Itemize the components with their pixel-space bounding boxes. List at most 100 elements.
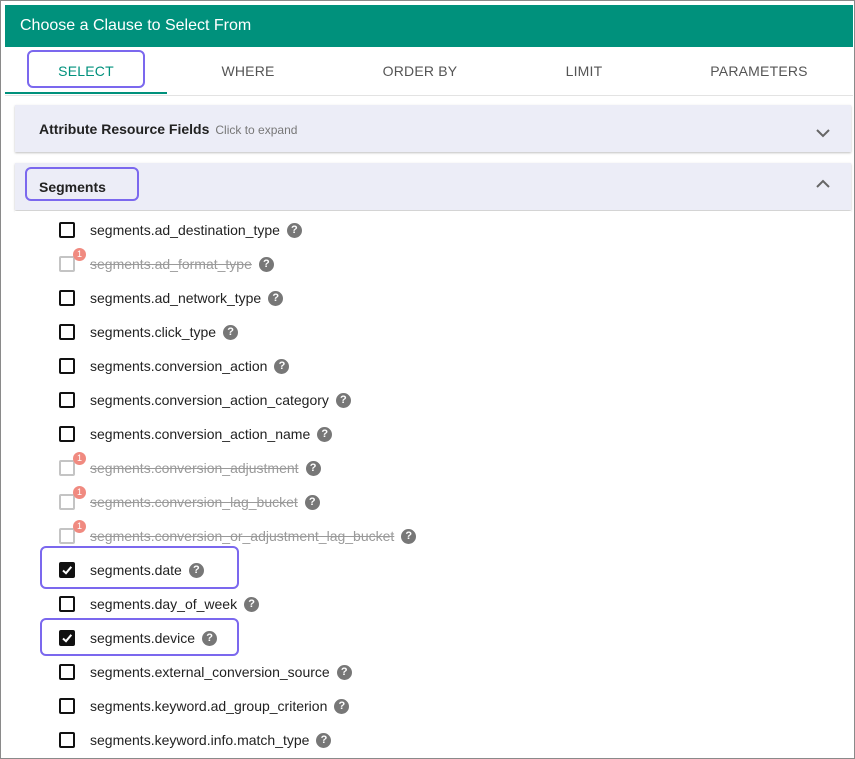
field-name: segments.date	[90, 562, 182, 578]
chevron-up-icon[interactable]	[814, 175, 832, 193]
field-row[interactable]: 1 segments.conversion_or_adjustment_lag_b…	[15, 519, 851, 553]
warning-badge: 1	[73, 520, 86, 533]
field-row[interactable]: 1 segments.conversion_adjustment?	[15, 451, 851, 485]
checkbox[interactable]	[59, 596, 75, 612]
field-row[interactable]: segments.click_type?	[15, 315, 851, 349]
field-label: segments.conversion_lag_bucket?	[90, 494, 320, 510]
help-icon[interactable]: ?	[274, 359, 290, 374]
tab-select[interactable]: SELECT	[5, 47, 167, 95]
help-icon[interactable]: ?	[401, 529, 417, 544]
segments-panel-title: Segments	[39, 179, 106, 195]
warning-badge: 1	[73, 452, 86, 465]
field-row[interactable]: segments.conversion_action_name?	[15, 417, 851, 451]
field-name: segments.conversion_adjustment	[90, 460, 299, 476]
field-label: segments.ad_destination_type?	[90, 222, 302, 238]
field-label: segments.keyword.info.match_type?	[90, 732, 332, 748]
field-label: segments.day_of_week?	[90, 596, 260, 612]
field-label: segments.conversion_adjustment?	[90, 460, 321, 476]
warning-badge: 1	[73, 486, 86, 499]
checkbox	[59, 528, 75, 544]
help-icon[interactable]: ?	[188, 563, 204, 578]
attribute-panel-title: Attribute Resource Fields	[39, 121, 210, 137]
active-tab-indicator	[5, 92, 167, 94]
segments-field-list: segments.ad_destination_type? 1 segments.a…	[15, 211, 851, 758]
field-row[interactable]: 1 segments.ad_format_type?	[15, 247, 851, 281]
field-row[interactable]: segments.external_conversion_source?	[15, 655, 851, 689]
field-row[interactable]: segments.keyword.ad_group_criterion?	[15, 689, 851, 723]
chevron-down-icon[interactable]	[814, 124, 832, 142]
dialog-title: Choose a Clause to Select From	[5, 5, 853, 47]
checkbox[interactable]	[59, 426, 75, 442]
checkbox[interactable]	[59, 664, 75, 680]
field-name: segments.ad_format_type	[90, 256, 252, 272]
help-icon[interactable]: ?	[305, 461, 321, 476]
field-row[interactable]: 1 segments.conversion_lag_bucket?	[15, 485, 851, 519]
field-row[interactable]: segments.keyword.info.match_type?	[15, 723, 851, 757]
field-label: segments.ad_network_type?	[90, 290, 284, 306]
help-icon[interactable]: ?	[268, 291, 284, 306]
field-row[interactable]: segments.conversion_action?	[15, 349, 851, 383]
help-icon[interactable]: ?	[223, 325, 239, 340]
help-icon[interactable]: ?	[286, 223, 302, 238]
checkbox[interactable]	[59, 324, 75, 340]
warning-badge: 1	[73, 248, 86, 261]
tab-limit[interactable]: LIMIT	[515, 47, 653, 95]
tab-parameters[interactable]: PARAMETERS	[667, 47, 851, 95]
field-name: segments.keyword.ad_group_criterion	[90, 698, 328, 714]
field-row[interactable]: segments.ad_destination_type?	[15, 213, 851, 247]
field-name: segments.conversion_action_category	[90, 392, 329, 408]
checkbox[interactable]	[59, 732, 75, 748]
field-name: segments.click_type	[90, 324, 217, 340]
help-icon[interactable]: ?	[304, 495, 320, 510]
field-name: segments.device	[90, 630, 196, 646]
checkbox-checked[interactable]	[59, 630, 75, 646]
field-row[interactable]: segments.device?	[15, 621, 851, 655]
checkbox	[59, 460, 75, 476]
field-label: segments.click_type?	[90, 324, 239, 340]
field-label: segments.device?	[90, 630, 218, 646]
checkbox[interactable]	[59, 358, 75, 374]
help-icon[interactable]: ?	[316, 733, 332, 748]
checkbox[interactable]	[59, 290, 75, 306]
field-label: segments.conversion_action_name?	[90, 426, 333, 442]
field-row[interactable]: segments.day_of_week?	[15, 587, 851, 621]
checkbox[interactable]	[59, 698, 75, 714]
field-row[interactable]: segments.date?	[15, 553, 851, 587]
field-name: segments.day_of_week	[90, 596, 238, 612]
field-label: segments.conversion_or_adjustment_lag_bu…	[90, 528, 417, 544]
tab-order-by[interactable]: ORDER BY	[335, 47, 505, 95]
help-icon[interactable]: ?	[335, 393, 351, 408]
help-icon[interactable]: ?	[258, 257, 274, 272]
field-label: segments.conversion_action_category?	[90, 392, 351, 408]
field-name: segments.ad_destination_type	[90, 222, 280, 238]
attribute-resource-panel[interactable]: Attribute Resource Fields Click to expand	[15, 105, 851, 152]
field-label: segments.keyword.ad_group_criterion?	[90, 698, 350, 714]
field-name: segments.conversion_lag_bucket	[90, 494, 298, 510]
check-icon	[62, 634, 73, 643]
help-icon[interactable]: ?	[244, 597, 260, 612]
field-name: segments.external_conversion_source	[90, 664, 330, 680]
checkbox	[59, 494, 75, 510]
checkbox[interactable]	[59, 392, 75, 408]
check-icon	[62, 566, 73, 575]
field-label: segments.conversion_action?	[90, 358, 290, 374]
field-row[interactable]: segments.ad_network_type?	[15, 281, 851, 315]
field-row[interactable]: segments.conversion_action_category?	[15, 383, 851, 417]
field-label: segments.ad_format_type?	[90, 256, 274, 272]
clause-tabs: SELECT WHERE ORDER BY LIMIT PARAMETERS	[5, 47, 853, 96]
field-name: segments.conversion_action_name	[90, 426, 311, 442]
field-name: segments.keyword.info.match_type	[90, 732, 310, 748]
help-icon[interactable]: ?	[317, 427, 333, 442]
checkbox[interactable]	[59, 222, 75, 238]
field-name: segments.conversion_or_adjustment_lag_bu…	[90, 528, 395, 544]
dialog: Choose a Clause to Select From SELECT WH…	[0, 0, 855, 759]
attribute-panel-hint: Click to expand	[215, 123, 298, 137]
help-icon[interactable]: ?	[202, 631, 218, 646]
field-name: segments.ad_network_type	[90, 290, 262, 306]
checkbox-checked[interactable]	[59, 562, 75, 578]
tab-where[interactable]: WHERE	[177, 47, 319, 95]
field-label: segments.date?	[90, 562, 204, 578]
help-icon[interactable]: ?	[336, 665, 352, 680]
help-icon[interactable]: ?	[334, 699, 350, 714]
segments-panel[interactable]: Segments	[15, 163, 851, 210]
